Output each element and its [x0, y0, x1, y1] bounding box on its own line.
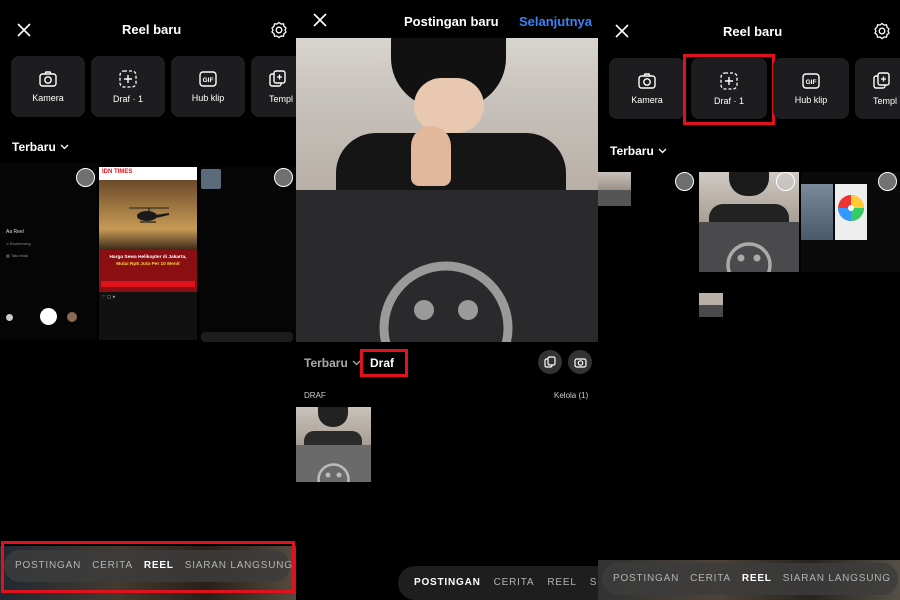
settings-icon[interactable]: [268, 19, 290, 41]
add-draft-icon: [119, 69, 137, 88]
mode-reel[interactable]: REEL: [742, 573, 772, 584]
tool-label: Draf · 1: [713, 95, 744, 106]
tool-label: Draf · 1: [112, 93, 143, 104]
select-circle[interactable]: [675, 172, 694, 191]
camera-tool-button[interactable]: Kamera: [11, 56, 85, 117]
tool-label: Hub klip: [794, 94, 828, 105]
sort-label: Terbaru: [610, 144, 654, 158]
gallery-thumb[interactable]: [199, 167, 296, 342]
select-circle[interactable]: [274, 168, 293, 187]
settings-icon[interactable]: [871, 20, 893, 42]
sort-dropdown[interactable]: Terbaru: [610, 144, 667, 158]
mode-live[interactable]: SIAR: [590, 577, 598, 588]
mode-story[interactable]: CERITA: [92, 560, 133, 571]
multi-select-icon[interactable]: [538, 350, 562, 374]
gif-icon: GIF: [199, 70, 217, 87]
select-circle[interactable]: [776, 172, 795, 191]
tab-draft[interactable]: Draf: [370, 356, 394, 370]
close-icon[interactable]: [612, 21, 632, 41]
post-screen-middle: Postingan baru Selanjutnya Terbaru Draf …: [296, 0, 598, 600]
mode-bar: POSTINGAN CERITA REEL SIARAN LANGSUNG: [15, 560, 293, 571]
chevron-down-icon: [658, 148, 667, 154]
close-icon[interactable]: [310, 10, 330, 30]
tool-label: Templ: [873, 95, 898, 106]
mode-story[interactable]: CERITA: [690, 573, 731, 584]
gallery-thumb[interactable]: Aa Reel ∞ Boomerang ▦ Tata letak: [0, 163, 97, 340]
draft-thumb[interactable]: [296, 407, 371, 482]
news-headline: Harga Sewa Helikopter di Jakarta,: [109, 255, 187, 260]
chevron-down-icon: [60, 144, 69, 150]
select-circle[interactable]: [878, 172, 897, 191]
svg-text:GIF: GIF: [203, 77, 214, 84]
gallery-thumb[interactable]: [598, 172, 631, 206]
gif-icon: GIF: [802, 72, 820, 89]
next-button[interactable]: Selanjutnya: [519, 14, 592, 29]
draft-tool-button[interactable]: Draf · 1: [691, 58, 767, 119]
mode-live[interactable]: SIARAN LANGSUNG: [185, 560, 293, 571]
template-tool-button[interactable]: Templ: [251, 56, 296, 117]
template-icon: [269, 69, 286, 87]
draft-tool-button[interactable]: Draf · 1: [91, 56, 165, 117]
tool-label: Kamera: [32, 92, 64, 103]
mode-reel[interactable]: REEL: [547, 577, 576, 588]
mode-story[interactable]: CERITA: [494, 577, 535, 588]
news-headline-2: Mulai Rp8 Juta Per 10 Menit: [116, 262, 180, 267]
manage-link[interactable]: Kelola (1): [554, 391, 588, 400]
tool-label: Templ: [269, 93, 294, 104]
template-tool-button[interactable]: Templ: [855, 58, 900, 119]
camera-icon: [638, 72, 656, 89]
tab-recent[interactable]: Terbaru: [304, 356, 361, 370]
page-title: Postingan baru: [404, 14, 499, 29]
sort-label: Terbaru: [12, 140, 56, 154]
tool-label: Kamera: [631, 94, 663, 105]
gallery-thumb[interactable]: IDN TIMES Harga Sewa Helikopter di Jakar…: [99, 167, 197, 340]
draft-preview: [296, 190, 598, 342]
camera-icon: [39, 70, 57, 87]
preview-image: [296, 38, 598, 190]
reel-screen-left: Reel baru Kamera Draf · 1 GIF Hub klip T…: [0, 0, 296, 600]
tool-label: Hub klip: [191, 92, 225, 103]
mode-reel[interactable]: REEL: [144, 560, 174, 571]
add-draft-icon: [720, 71, 738, 90]
tab-recent-label: Terbaru: [304, 356, 348, 370]
mode-live[interactable]: SIARAN LANGSUNG: [783, 573, 891, 584]
draft-face-icon: [379, 261, 513, 342]
template-icon: [873, 71, 890, 89]
page-title: Reel baru: [122, 22, 182, 37]
mode-posts[interactable]: POSTINGAN: [414, 577, 481, 588]
clip-hub-tool-button[interactable]: GIF Hub klip: [171, 56, 245, 117]
draft-section-header: DRAF: [304, 391, 326, 400]
sort-dropdown[interactable]: Terbaru: [12, 140, 69, 154]
camera-tool-button[interactable]: Kamera: [609, 58, 685, 119]
mode-bar: POSTINGAN CERITA REEL SIARAN LANGSUNG: [613, 573, 891, 584]
news-brand: IDN TIMES: [102, 169, 133, 175]
helicopter-image: [129, 207, 169, 223]
select-circle[interactable]: [76, 168, 95, 187]
chevron-down-icon: [352, 360, 361, 366]
page-title: Reel baru: [723, 24, 783, 39]
mode-posts[interactable]: POSTINGAN: [15, 560, 81, 571]
close-icon[interactable]: [14, 20, 34, 40]
svg-text:GIF: GIF: [806, 79, 817, 86]
camera-icon[interactable]: [568, 350, 592, 374]
clip-hub-tool-button[interactable]: GIF Hub klip: [773, 58, 849, 119]
reel-screen-right: Reel baru Kamera Draf · 1 GIF Hub klip T…: [598, 0, 900, 600]
gallery-thumb[interactable]: [699, 293, 723, 317]
mode-bar: POSTINGAN CERITA REEL SIAR: [414, 577, 598, 588]
mode-posts[interactable]: POSTINGAN: [613, 573, 679, 584]
